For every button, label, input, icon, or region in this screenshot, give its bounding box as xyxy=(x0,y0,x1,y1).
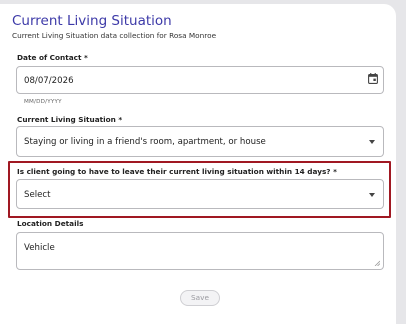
resize-handle-icon[interactable] xyxy=(374,260,380,266)
location-details-value: Vehicle xyxy=(24,243,55,253)
current-living-situation-select[interactable]: Staying or living in a friend's room, ap… xyxy=(16,126,384,157)
location-details-label: Location Details xyxy=(17,219,84,228)
question-highlight-box xyxy=(8,161,391,218)
location-details-textarea[interactable]: Vehicle xyxy=(16,232,384,270)
date-of-contact-field[interactable]: 08/07/2026 xyxy=(16,66,384,94)
page-title: Current Living Situation xyxy=(12,13,172,29)
calendar-icon[interactable] xyxy=(368,73,378,84)
current-living-situation-value: Staying or living in a friend's room, ap… xyxy=(24,137,266,147)
date-of-contact-value: 08/07/2026 xyxy=(24,76,74,86)
save-button[interactable]: Save xyxy=(180,290,220,306)
current-living-situation-label: Current Living Situation * xyxy=(17,115,123,124)
page-subtitle: Current Living Situation data collection… xyxy=(12,31,217,40)
date-of-contact-label: Date of Contact * xyxy=(17,53,88,62)
chevron-down-icon xyxy=(369,140,375,144)
date-format-helper: MM/DD/YYYY xyxy=(24,99,62,105)
